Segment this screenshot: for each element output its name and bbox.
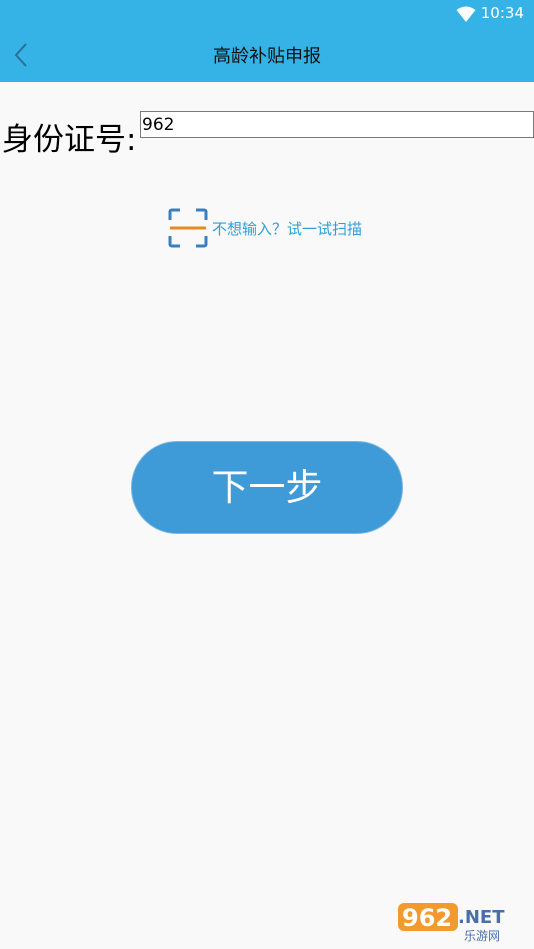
id-number-input[interactable]	[140, 111, 534, 138]
svg-text:乐游网: 乐游网	[464, 929, 500, 943]
wifi-icon	[456, 6, 476, 22]
svg-text:.NET: .NET	[458, 907, 505, 928]
id-number-label: 身份证号:	[2, 122, 137, 158]
status-time: 10:34	[480, 4, 524, 22]
id-number-row: 身份证号:	[0, 108, 534, 158]
status-bar: 10:34	[0, 0, 534, 28]
scan-link[interactable]: 不想输入？试一试扫描	[168, 208, 362, 248]
svg-text:962: 962	[402, 904, 452, 932]
next-step-button[interactable]: 下一步	[131, 441, 403, 534]
scan-link-text: 不想输入？试一试扫描	[212, 219, 363, 238]
page-title: 高龄补贴申报	[213, 46, 321, 67]
site-watermark-logo: 962 .NET 乐游网	[398, 903, 505, 943]
scan-icon	[168, 208, 208, 248]
app-bar: 高龄补贴申报	[0, 28, 534, 82]
